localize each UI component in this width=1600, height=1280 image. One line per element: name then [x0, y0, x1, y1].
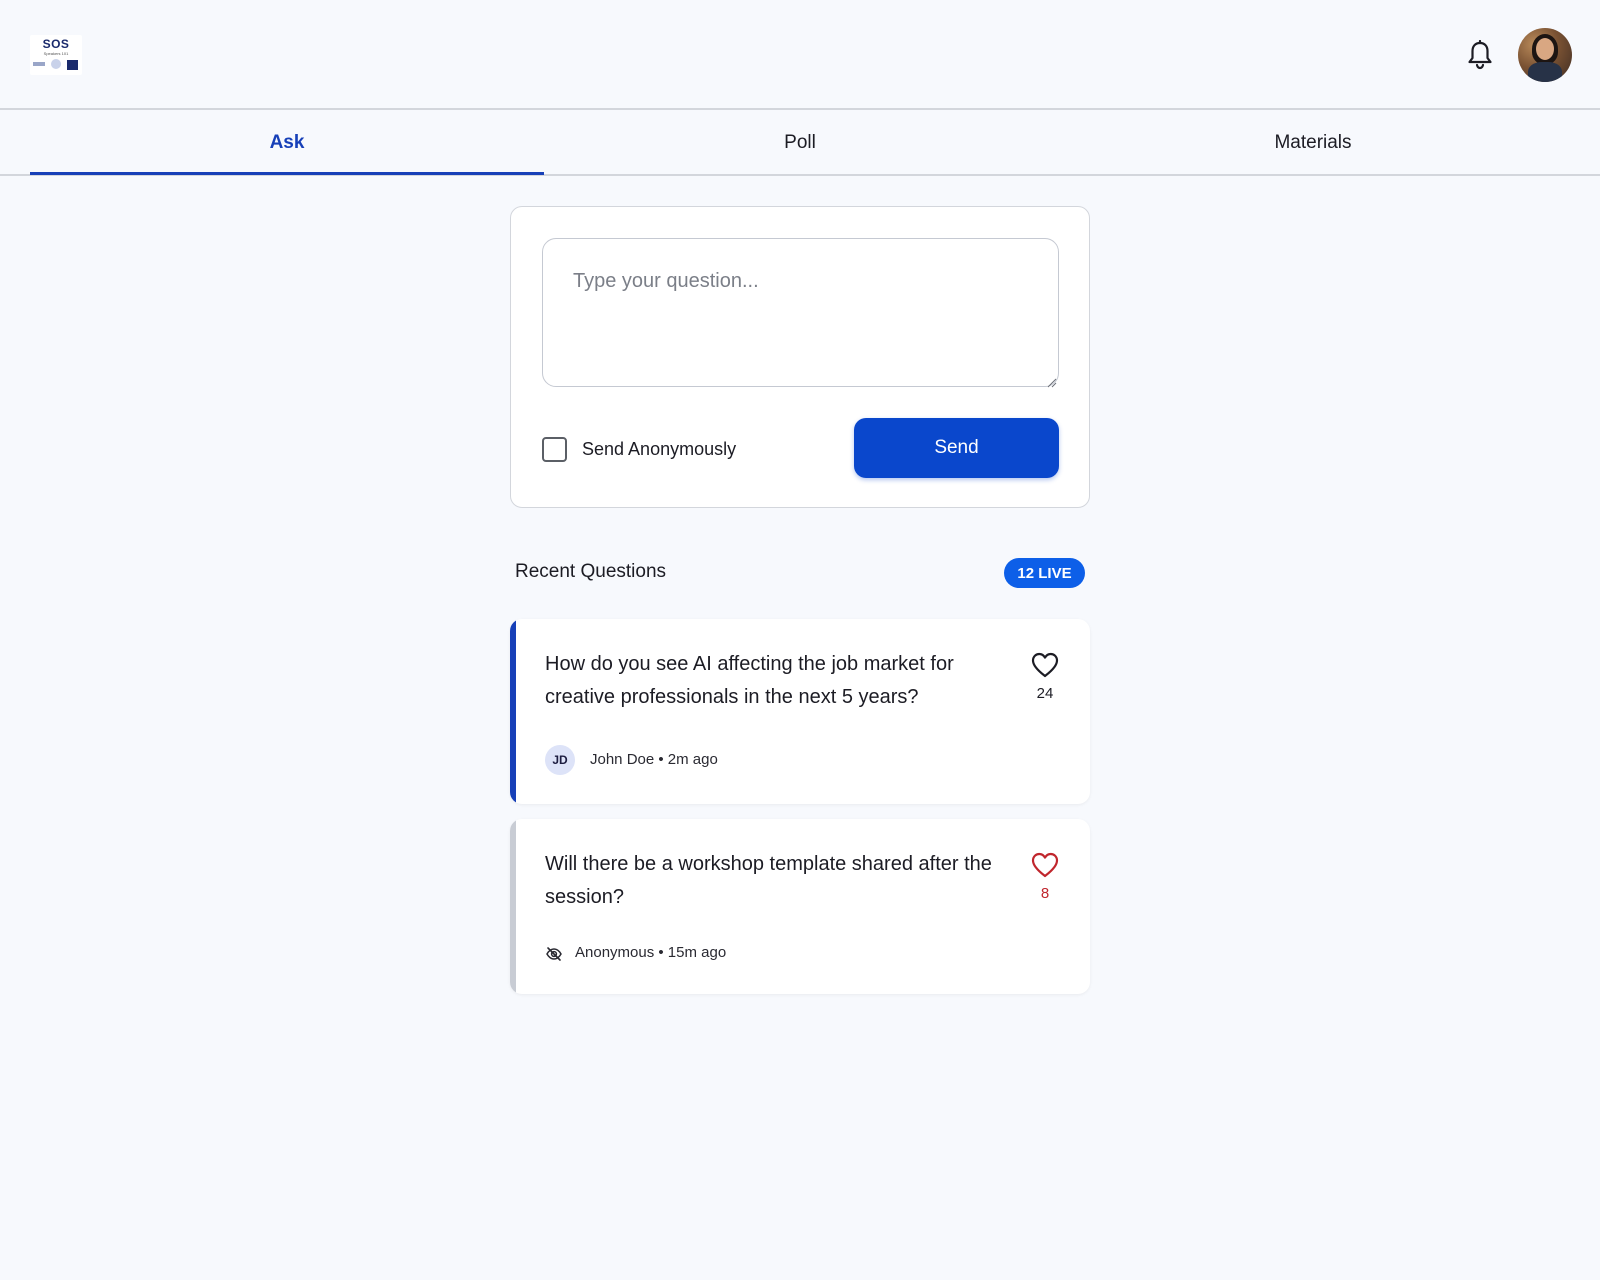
tab-ask[interactable]: Ask: [30, 110, 544, 176]
question-meta: Anonymous • 15m ago: [575, 944, 727, 961]
question-composer: Send Anonymously Send: [510, 206, 1090, 508]
author-avatar: JD: [545, 745, 575, 775]
active-tab-indicator: [30, 172, 544, 175]
resize-handle-icon[interactable]: [1047, 375, 1057, 388]
send-anonymously-label[interactable]: Send Anonymously: [582, 439, 736, 460]
bell-icon[interactable]: [1466, 39, 1494, 70]
question-accent-bar: [510, 619, 516, 804]
tab-poll[interactable]: Poll: [544, 110, 1056, 176]
like-count: 24: [1036, 685, 1054, 702]
question-card: Will there be a workshop template shared…: [510, 819, 1090, 994]
logo-emblems: [33, 59, 79, 71]
eye-off-icon: [545, 945, 563, 963]
heart-icon[interactable]: [1030, 651, 1060, 679]
question-accent-bar: [510, 819, 516, 994]
tab-materials[interactable]: Materials: [1056, 110, 1570, 176]
app-logo[interactable]: SOS Speakers 101: [30, 35, 82, 75]
heart-icon[interactable]: [1030, 851, 1060, 879]
logo-text: SOS: [42, 37, 70, 51]
question-text: How do you see AI affecting the job mark…: [545, 653, 954, 708]
send-anonymously-checkbox[interactable]: [542, 437, 567, 462]
like-count: 8: [1040, 885, 1050, 902]
tab-bar: Ask Poll Materials: [0, 110, 1600, 176]
recent-questions-title: Recent Questions: [515, 561, 667, 582]
logo-subtext: Speakers 101: [43, 51, 69, 56]
live-count-badge: 12 LIVE: [1004, 558, 1085, 588]
question-input[interactable]: [542, 238, 1059, 387]
app-header: SOS Speakers 101: [0, 0, 1600, 110]
question-text: Will there be a workshop template shared…: [545, 853, 992, 908]
send-button[interactable]: Send: [854, 418, 1059, 478]
question-meta: John Doe • 2m ago: [590, 751, 718, 768]
question-card: How do you see AI affecting the job mark…: [510, 619, 1090, 804]
user-avatar[interactable]: [1518, 28, 1572, 82]
